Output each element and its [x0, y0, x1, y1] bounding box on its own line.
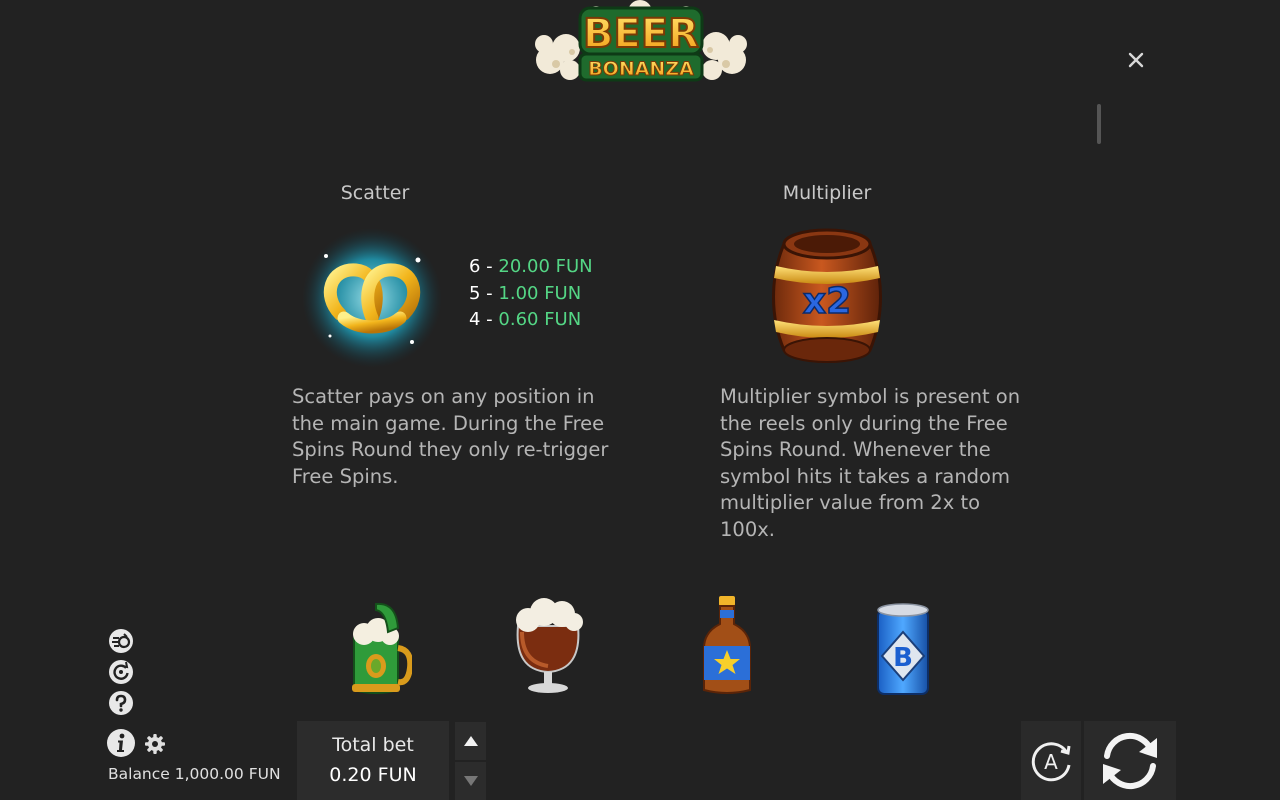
info-icon — [107, 729, 135, 757]
close-icon — [1128, 52, 1144, 68]
autoplay-icon — [109, 660, 133, 684]
scatter-title: Scatter — [340, 182, 410, 204]
can-letter: B — [893, 643, 913, 673]
pay-value: 0.60 FUN — [498, 309, 582, 330]
pay-count: 5 - — [469, 282, 499, 304]
balance-display: Balance 1,000.00 FUN — [108, 765, 281, 783]
total-bet-panel: Total bet 0.20 FUN — [297, 721, 449, 800]
turbo-icon — [109, 629, 133, 653]
scatter-paytable: 6 - 20.00 FUN 5 - 1.00 FUN 4 - 0.60 FUN — [469, 254, 593, 334]
bet-increase-button[interactable] — [455, 722, 486, 760]
scatter-description: Scatter pays on any position in the main… — [292, 385, 609, 488]
pay-row: 6 - 20.00 FUN — [469, 254, 593, 281]
logo-line2: BONANZA — [588, 58, 694, 80]
pretzel-icon — [300, 226, 444, 370]
multiplier-title: Multiplier — [782, 182, 872, 204]
settings-button[interactable] — [144, 733, 166, 755]
scrollbar-thumb[interactable] — [1097, 104, 1101, 144]
gear-icon — [145, 734, 165, 754]
total-bet-label: Total bet — [332, 733, 414, 756]
triangle-up-icon — [463, 736, 478, 746]
info-button[interactable] — [106, 728, 136, 758]
help-button[interactable] — [108, 690, 134, 716]
autoplay-letter: A — [1044, 750, 1058, 774]
pay-row: 5 - 1.00 FUN — [469, 281, 593, 308]
autoplay-button[interactable]: A — [1021, 721, 1081, 800]
pay-count: 6 - — [469, 256, 499, 277]
multiplier-description: Multiplier symbol is present on the reel… — [720, 385, 1021, 541]
triangle-down-icon — [463, 776, 478, 786]
game-logo: BEER BONANZA — [530, 0, 752, 84]
bet-decrease-button[interactable] — [455, 762, 486, 800]
multiplier-badge: x2 — [803, 281, 851, 322]
paytable-screen: BEER BONANZA Scatter 6 - 20.00 FUN 5 - 1… — [0, 0, 1280, 800]
pay-value: 20.00 FUN — [498, 256, 593, 277]
close-button[interactable] — [1122, 46, 1150, 74]
goblet-icon — [508, 592, 588, 696]
question-icon — [109, 691, 133, 715]
pay-value: 1.00 FUN — [498, 282, 582, 304]
autoplay-settings-button[interactable] — [108, 659, 134, 685]
autoplay-icon: A — [1031, 741, 1071, 781]
can-icon: B — [872, 602, 934, 698]
pay-count: 4 - — [469, 309, 499, 330]
logo-line1: BEER — [583, 11, 699, 57]
stein-icon — [340, 598, 414, 698]
turbo-spin-button[interactable] — [108, 628, 134, 654]
barrel-icon: x2 — [766, 222, 888, 372]
total-bet-value: 0.20 FUN — [329, 763, 417, 786]
pay-row: 4 - 0.60 FUN — [469, 307, 593, 334]
spin-icon — [1103, 732, 1157, 789]
bottle-icon — [698, 594, 756, 698]
spin-button[interactable] — [1084, 721, 1176, 800]
